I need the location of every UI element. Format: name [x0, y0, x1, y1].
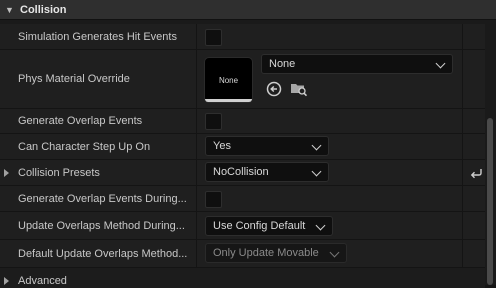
phys-material-combo[interactable]: None: [261, 54, 453, 74]
simulation-hit-events-checkbox[interactable]: [205, 29, 222, 46]
column-divider: [196, 160, 197, 185]
column-divider: [196, 50, 197, 108]
column-divider: [462, 240, 463, 267]
combo-value: NoCollision: [213, 166, 269, 178]
row-advanced[interactable]: Advanced: [0, 268, 485, 288]
collision-presets-combo[interactable]: NoCollision: [205, 162, 329, 182]
browse-asset-button[interactable]: [290, 80, 308, 98]
update-overlaps-method-combo[interactable]: Use Config Default: [205, 216, 333, 236]
property-label: Generate Overlap Events During...: [18, 192, 187, 205]
generate-overlap-events-checkbox[interactable]: [205, 113, 222, 130]
row-simulation-generates-hit-events: Simulation Generates Hit Events: [0, 24, 485, 50]
section-header-collision[interactable]: ▼ Collision: [0, 0, 496, 20]
column-divider: [196, 109, 197, 133]
details-panel: ▼ Collision Simulation Generates Hit Eve…: [0, 0, 496, 288]
column-divider: [462, 134, 463, 159]
reset-to-default-button[interactable]: [467, 164, 485, 182]
combo-value: Yes: [213, 140, 231, 152]
property-label: Phys Material Override: [18, 73, 130, 85]
chevron-down-icon: [315, 220, 326, 231]
expand-arrow-icon[interactable]: [4, 277, 9, 285]
column-divider: [196, 24, 197, 49]
property-label: Can Character Step Up On: [18, 140, 151, 153]
combo-value: Use Config Default: [213, 220, 306, 232]
vertical-scrollbar[interactable]: [487, 118, 493, 285]
column-divider: [196, 240, 197, 267]
column-divider: [462, 24, 463, 49]
chevron-down-icon: [435, 58, 446, 69]
column-divider: [196, 212, 197, 239]
thumbnail-label: None: [218, 75, 239, 85]
generate-overlap-during-checkbox[interactable]: [205, 191, 222, 208]
section-title: Collision: [20, 3, 67, 16]
property-label: Simulation Generates Hit Events: [18, 30, 177, 43]
advanced-label: Advanced: [18, 275, 67, 287]
column-divider: [462, 50, 463, 108]
column-divider: [462, 160, 463, 185]
combo-value: None: [269, 58, 296, 70]
combo-value: Only Update Movable: [213, 247, 319, 259]
chevron-down-icon: [311, 166, 322, 177]
can-step-up-combo[interactable]: Yes: [205, 136, 329, 156]
reset-arrow-icon: [470, 169, 482, 179]
chevron-down-icon: [329, 247, 340, 258]
property-label: Collision Presets: [18, 166, 100, 179]
chevron-down-icon: ▼: [5, 4, 14, 15]
default-update-overlaps-combo: Only Update Movable: [205, 243, 347, 263]
property-label: Generate Overlap Events: [18, 115, 143, 127]
row-generate-overlap-events: Generate Overlap Events: [0, 109, 485, 134]
expand-arrow-icon[interactable]: [4, 168, 9, 177]
property-label: Default Update Overlaps Method...: [18, 247, 188, 260]
property-label: Update Overlaps Method During...: [18, 219, 185, 232]
use-selected-asset-button[interactable]: [265, 80, 283, 98]
column-divider: [196, 186, 197, 211]
column-divider: [462, 212, 463, 239]
material-thumbnail[interactable]: None: [205, 58, 252, 102]
arrow-left-circle-icon: [266, 81, 282, 97]
column-divider: [462, 186, 463, 211]
row-generate-overlap-events-during: Generate Overlap Events During...: [0, 186, 485, 212]
thumbnail-color-strip: [205, 99, 252, 102]
chevron-down-icon: [311, 140, 322, 151]
folder-search-icon: [291, 84, 308, 97]
column-divider: [462, 109, 463, 133]
column-divider: [196, 134, 197, 159]
